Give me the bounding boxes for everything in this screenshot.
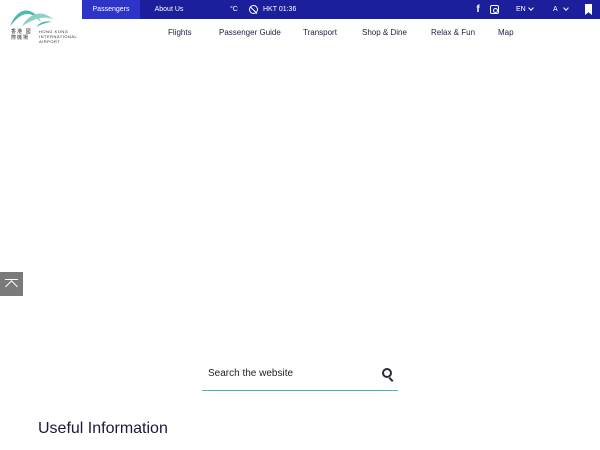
chevron-up-icon bbox=[5, 280, 18, 293]
language-selector[interactable]: EN bbox=[516, 0, 526, 19]
useful-information-heading: Useful Information bbox=[38, 420, 168, 437]
nav-item-map[interactable]: Map bbox=[498, 19, 514, 47]
hkia-logo[interactable]: 香港 國際機場 HONG KONG INTERNATIONAL AIRPORT bbox=[8, 6, 78, 44]
main-nav: Flights Passenger Guide Transport Shop &… bbox=[82, 19, 600, 47]
back-to-top-button[interactable] bbox=[0, 272, 23, 296]
tab-about-us[interactable]: About Us bbox=[140, 0, 198, 19]
nav-item-transport[interactable]: Transport bbox=[303, 19, 337, 47]
weather-temperature: °C bbox=[230, 6, 238, 13]
instagram-icon[interactable] bbox=[490, 5, 499, 14]
nav-item-flights[interactable]: Flights bbox=[168, 19, 192, 47]
nav-item-relax-fun[interactable]: Relax & Fun bbox=[431, 19, 475, 47]
facebook-icon[interactable]: f bbox=[474, 4, 482, 15]
search-icon[interactable] bbox=[382, 368, 395, 382]
font-size-selector[interactable]: A bbox=[553, 0, 558, 19]
logo-english-text: HONG KONG INTERNATIONAL AIRPORT bbox=[39, 29, 78, 44]
search-input[interactable] bbox=[202, 362, 372, 384]
hkt-time: HKT 01:36 bbox=[263, 6, 297, 13]
logo-chinese-text: 香港 國際機場 bbox=[11, 29, 32, 41]
nav-item-shop-dine[interactable]: Shop & Dine bbox=[362, 19, 407, 47]
top-bar: Passengers About Us °C HKT 01:36 f EN A bbox=[82, 0, 600, 19]
logo-mark-icon bbox=[10, 10, 58, 27]
chevron-down-icon[interactable] bbox=[563, 5, 569, 11]
chevron-down-icon[interactable] bbox=[528, 5, 534, 11]
nav-item-passenger-guide[interactable]: Passenger Guide bbox=[219, 19, 281, 47]
tab-passengers[interactable]: Passengers bbox=[82, 0, 140, 19]
bookmark-icon[interactable] bbox=[585, 4, 592, 15]
page: 香港 國際機場 HONG KONG INTERNATIONAL AIRPORT … bbox=[0, 0, 600, 450]
site-search bbox=[202, 358, 398, 391]
clock-icon bbox=[249, 5, 258, 14]
